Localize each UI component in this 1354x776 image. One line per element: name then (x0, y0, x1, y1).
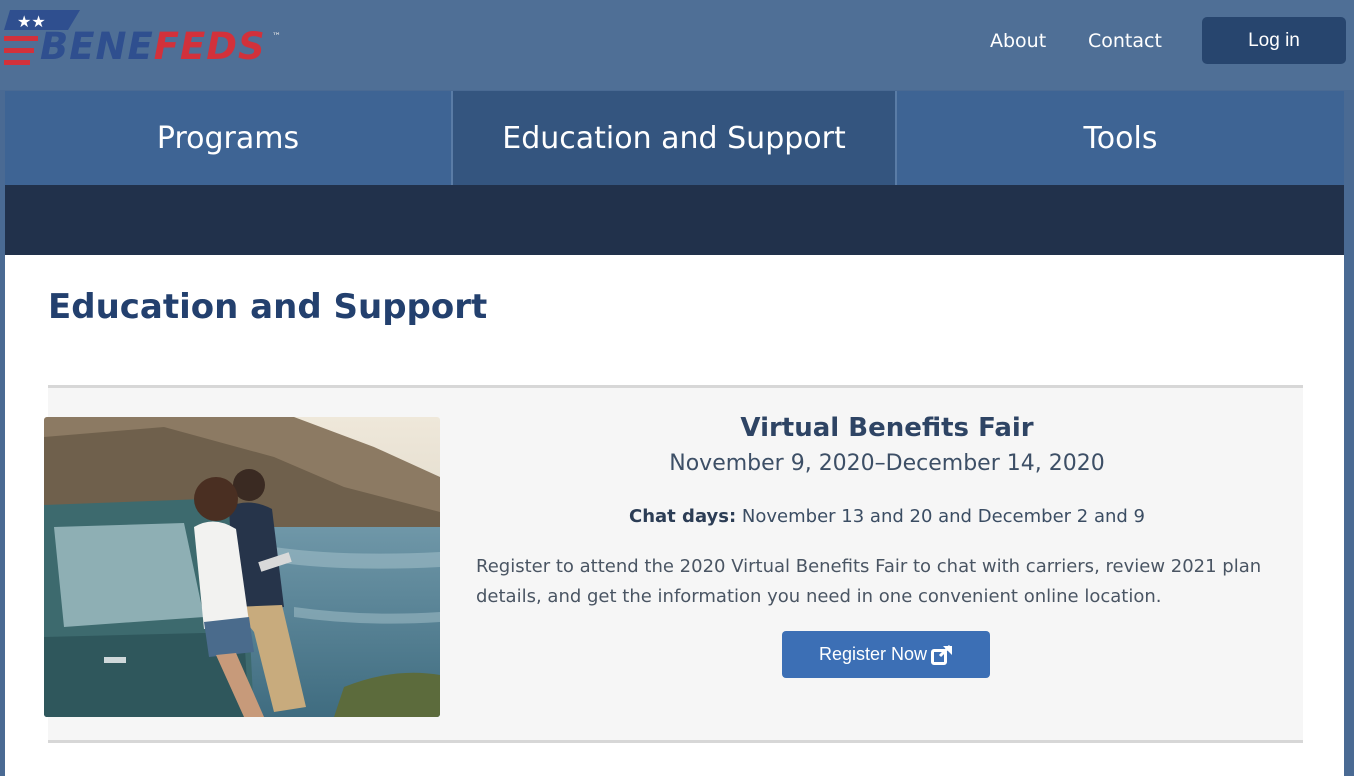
chat-days-label: Chat days: (629, 506, 737, 527)
trademark-symbol: ™ (272, 32, 281, 42)
event-title: Virtual Benefits Fair (740, 413, 1034, 443)
main-content: Education and Support Virtual Benefits F… (5, 255, 1344, 776)
tab-education-and-support[interactable]: Education and Support (453, 91, 897, 185)
event-card: Virtual Benefits Fair November 9, 2020–D… (44, 385, 1303, 743)
event-info: Virtual Benefits Fair November 9, 2020–D… (476, 388, 1276, 740)
about-link[interactable]: About (990, 30, 1046, 52)
register-now-button[interactable]: Register Now (782, 631, 990, 678)
page-title: Education and Support (48, 287, 488, 327)
external-link-icon (931, 644, 953, 665)
top-header: ★★ BENEFEDS ™ About Contact Log in (0, 0, 1354, 90)
benefeds-logo[interactable]: ★★ BENEFEDS ™ (4, 8, 289, 72)
logo-wordmark: BENEFEDS (40, 25, 266, 68)
chat-days: Chat days: November 13 and 20 and Decemb… (476, 506, 1298, 527)
login-button[interactable]: Log in (1202, 17, 1346, 64)
main-nav: Programs Education and Support Tools (5, 91, 1344, 185)
tab-programs[interactable]: Programs (5, 91, 453, 185)
chat-days-value: November 13 and 20 and December 2 and 9 (741, 506, 1145, 527)
contact-link[interactable]: Contact (1088, 30, 1162, 52)
tab-tools[interactable]: Tools (897, 91, 1344, 185)
event-photo (44, 417, 440, 717)
event-description: Register to attend the 2020 Virtual Bene… (476, 556, 1262, 607)
sub-nav-bar (5, 185, 1344, 255)
event-dates: November 9, 2020–December 14, 2020 (669, 451, 1105, 476)
register-now-label: Register Now (818, 644, 928, 664)
